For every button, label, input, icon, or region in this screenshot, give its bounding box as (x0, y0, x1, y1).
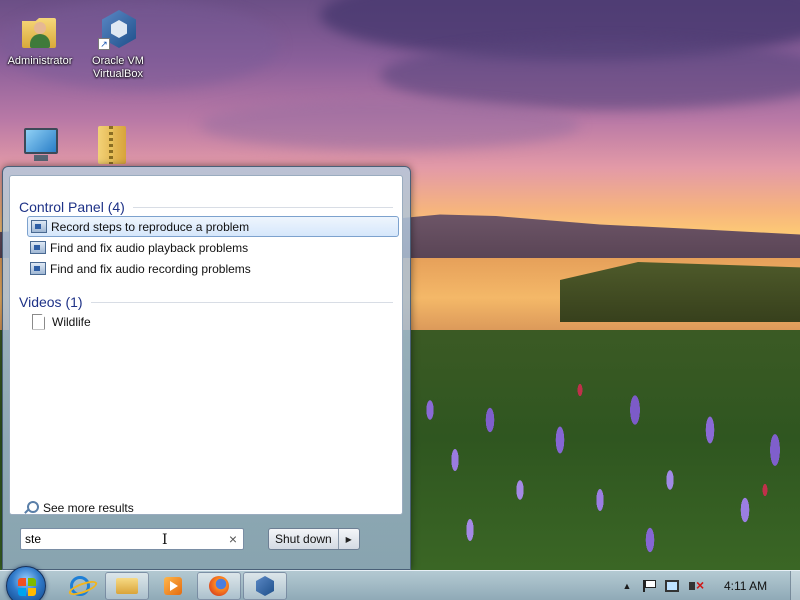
show-hidden-icons-icon[interactable]: ▲ (616, 581, 638, 591)
search-icon (23, 501, 39, 515)
action-center-flag-icon[interactable] (643, 580, 656, 592)
windows-logo-icon (18, 578, 36, 596)
start-menu: Control Panel (4) Record steps to reprod… (2, 166, 411, 570)
search-results-pane: Control Panel (4) Record steps to reprod… (9, 175, 403, 515)
file-icon (32, 313, 45, 330)
firefox-icon (209, 576, 229, 596)
search-input[interactable] (25, 530, 205, 548)
zip-folder-icon (92, 122, 132, 166)
desktop-icon-label: Administrator (7, 55, 73, 67)
shortcut-arrow-icon: ↗ (98, 38, 110, 50)
cloud (380, 40, 800, 110)
result-audio-playback[interactable]: Find and fix audio playback problems (27, 237, 399, 258)
desktop-icon-virtualbox[interactable]: ↗ Oracle VM VirtualBox (80, 8, 156, 81)
virtualbox-icon (256, 576, 274, 596)
desktop-icon-computer[interactable] (2, 122, 78, 169)
control-panel-icon (31, 220, 47, 233)
taskbar-app-explorer[interactable] (105, 572, 149, 600)
shutdown-group: Shut down ▶ (268, 528, 360, 550)
taskbar-app-ie[interactable] (58, 572, 102, 600)
taskbar-app-virtualbox[interactable] (243, 572, 287, 600)
flowers (410, 350, 800, 570)
see-more-results-link[interactable]: See more results (23, 501, 134, 515)
start-button[interactable] (6, 566, 46, 600)
clock[interactable]: 4:11 AM (724, 579, 784, 593)
ie-icon (70, 576, 90, 596)
show-desktop-button[interactable] (790, 571, 800, 600)
result-wildlife[interactable]: Wildlife (27, 311, 399, 332)
control-panel-icon (30, 262, 46, 275)
result-label: Record steps to reproduce a problem (51, 219, 250, 234)
group-header-control-panel: Control Panel (4) (19, 199, 393, 215)
result-label: Wildlife (52, 314, 91, 329)
result-label: Find and fix audio playback problems (50, 240, 249, 255)
result-record-steps[interactable]: Record steps to reproduce a problem (27, 216, 399, 237)
virtualbox-icon: ↗ (98, 8, 138, 52)
taskbar: ▲ 4:11 AM (0, 566, 800, 600)
text-cursor-icon: I (162, 532, 168, 548)
cloud (200, 100, 580, 150)
group-header-videos: Videos (1) (19, 294, 393, 310)
result-label: Find and fix audio recording problems (50, 261, 251, 276)
user-folder-icon (20, 8, 60, 52)
result-audio-recording[interactable]: Find and fix audio recording problems (27, 258, 399, 279)
volume-muted-icon[interactable] (689, 577, 705, 593)
desktop-icon-label: Oracle VM VirtualBox (92, 55, 144, 80)
explorer-icon (116, 578, 138, 594)
computer-icon (20, 122, 60, 166)
desktop-icon-administrator[interactable]: Administrator (2, 8, 78, 68)
control-panel-icon (30, 241, 46, 254)
desktop-icon-zip-folder[interactable] (74, 122, 150, 169)
network-icon[interactable] (665, 580, 679, 592)
shutdown-options-arrow-icon[interactable]: ▶ (337, 529, 359, 549)
clear-search-icon[interactable]: × (229, 531, 237, 547)
taskbar-app-firefox[interactable] (197, 572, 241, 600)
media-player-icon (164, 577, 182, 595)
start-search-box[interactable]: I × (20, 528, 244, 550)
shutdown-button[interactable]: Shut down (269, 529, 338, 549)
taskbar-app-media-player[interactable] (151, 572, 195, 600)
system-tray: ▲ 4:11 AM (616, 571, 800, 600)
